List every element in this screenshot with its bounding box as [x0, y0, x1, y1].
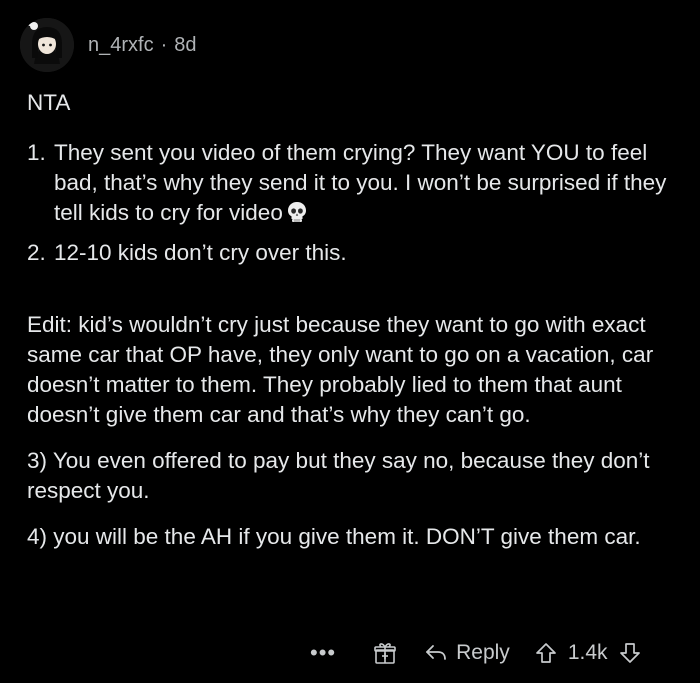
- reply-arrow-icon: [424, 642, 448, 664]
- point-4: 4) you will be the AH if you give them i…: [27, 524, 641, 549]
- point-3: 3) You even offered to pay but they say …: [27, 448, 650, 503]
- award-icon[interactable]: [372, 640, 398, 666]
- more-options-button[interactable]: •••: [310, 640, 336, 666]
- list-item: 2. 12-10 kids don’t cry over this.: [27, 238, 677, 268]
- comment-list: 1. They sent you video of them crying? T…: [27, 138, 677, 268]
- reply-label: Reply: [456, 641, 510, 664]
- comment-body: NTA 1. They sent you video of them cryin…: [27, 88, 677, 552]
- comment-header: n_4rxfc · 8d: [20, 17, 197, 73]
- comment-age: 8d: [174, 33, 197, 56]
- comment-meta: n_4rxfc · 8d: [88, 34, 197, 57]
- skull-icon: [285, 200, 309, 232]
- username[interactable]: n_4rxfc: [88, 34, 154, 57]
- list-item: 1. They sent you video of them crying? T…: [27, 138, 677, 232]
- comment-actions: ••• Reply 1.4k: [310, 636, 642, 670]
- avatar[interactable]: [20, 18, 74, 72]
- list-text: 12-10 kids don’t cry over this.: [54, 240, 347, 265]
- downvote-icon[interactable]: [618, 641, 642, 665]
- list-number: 2.: [27, 240, 46, 265]
- vote-count: 1.4k: [567, 641, 608, 664]
- upvote-icon[interactable]: [534, 641, 558, 665]
- edit-paragraph: Edit: kid’s wouldn’t cry just because th…: [27, 312, 654, 427]
- reply-button[interactable]: Reply: [424, 641, 510, 665]
- list-text: They sent you video of them crying? They…: [54, 140, 667, 225]
- list-number: 1.: [27, 140, 46, 165]
- comment-opening: NTA: [27, 90, 71, 115]
- meta-separator: ·: [160, 33, 168, 56]
- vote-controls: 1.4k: [534, 641, 642, 665]
